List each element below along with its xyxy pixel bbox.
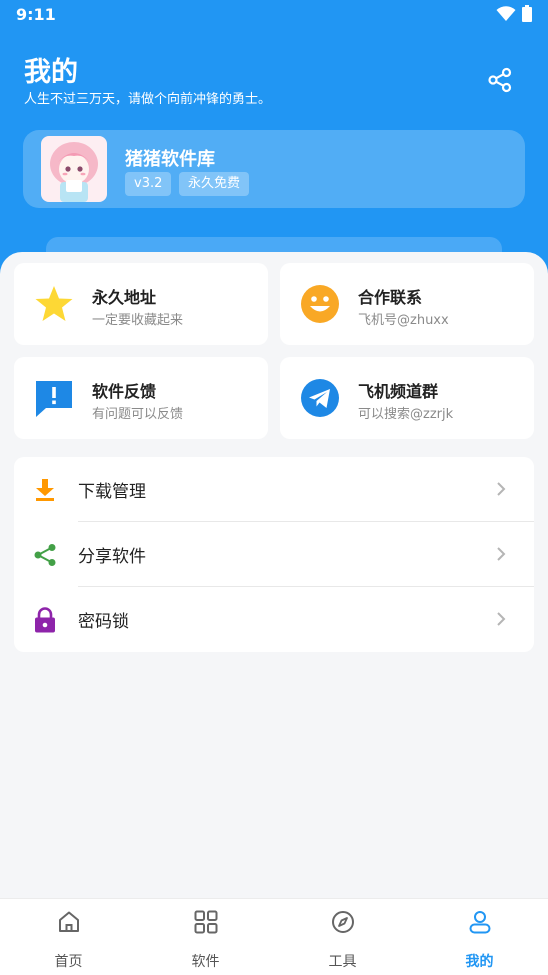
chevron-right-icon xyxy=(497,547,506,561)
status-bar: 9:11 xyxy=(0,0,548,28)
download-icon xyxy=(32,477,58,503)
free-badge: 永久免费 xyxy=(179,172,250,196)
tile-subtitle: 一定要收藏起来 xyxy=(92,313,184,328)
tile-title: 飞机频道群 xyxy=(358,382,439,401)
feedback-icon xyxy=(34,378,74,418)
app-name: 猪猪软件库 xyxy=(125,149,215,170)
tile-title: 软件反馈 xyxy=(92,382,157,401)
grid-icon xyxy=(194,910,218,934)
page-title: 我的 xyxy=(24,57,78,88)
tile-telegram-channel[interactable]: 飞机频道群 可以搜索@zzrjk xyxy=(280,357,534,439)
tile-feedback[interactable]: 软件反馈 有问题可以反馈 xyxy=(14,357,268,439)
tile-title: 合作联系 xyxy=(358,288,423,307)
menu-item-share-app[interactable]: 分享软件 xyxy=(14,522,534,587)
settings-menu: 下载管理 分享软件 密码锁 xyxy=(14,457,534,652)
user-icon xyxy=(469,911,491,934)
nav-home[interactable]: 首页 xyxy=(0,899,137,975)
nav-label: 工具 xyxy=(328,954,357,970)
share-icon xyxy=(32,542,58,568)
menu-item-downloads[interactable]: 下载管理 xyxy=(14,457,534,522)
chevron-right-icon xyxy=(497,612,506,626)
compass-icon xyxy=(332,911,354,933)
lock-icon xyxy=(32,607,58,633)
home-icon xyxy=(59,911,79,932)
nav-software[interactable]: 软件 xyxy=(137,899,274,975)
menu-label: 分享软件 xyxy=(78,547,146,567)
status-time: 9:11 xyxy=(16,5,56,24)
smiley-icon xyxy=(300,284,340,324)
tile-subtitle: 可以搜索@zzrjk xyxy=(358,407,454,422)
menu-label: 密码锁 xyxy=(78,612,129,632)
wifi-icon xyxy=(496,6,516,21)
tile-contact[interactable]: 合作联系 飞机号@zhuxx xyxy=(280,263,534,345)
menu-item-password-lock[interactable]: 密码锁 xyxy=(14,587,534,652)
tile-subtitle: 飞机号@zhuxx xyxy=(358,313,449,328)
share-button[interactable] xyxy=(482,62,518,98)
tile-subtitle: 有问题可以反馈 xyxy=(92,407,184,422)
bottom-navigation: 首页 软件 工具 我的 xyxy=(0,898,548,975)
telegram-icon xyxy=(300,378,340,418)
app-logo xyxy=(41,136,107,202)
battery-icon xyxy=(522,5,532,22)
nav-label: 首页 xyxy=(54,954,83,970)
nav-label: 我的 xyxy=(465,954,494,970)
nav-label: 软件 xyxy=(191,954,220,970)
version-badge: v3.2 xyxy=(125,172,172,196)
tile-title: 永久地址 xyxy=(92,288,157,307)
menu-label: 下载管理 xyxy=(78,482,146,502)
share-icon xyxy=(488,67,512,93)
chevron-right-icon xyxy=(497,482,506,496)
nav-mine[interactable]: 我的 xyxy=(411,899,548,975)
app-info-card[interactable]: 猪猪软件库 v3.2 永久免费 xyxy=(23,130,525,208)
nav-tools[interactable]: 工具 xyxy=(274,899,411,975)
page-subtitle: 人生不过三万天，请做个向前冲锋的勇士。 xyxy=(24,92,272,107)
tile-permanent-address[interactable]: 永久地址 一定要收藏起来 xyxy=(14,263,268,345)
star-icon xyxy=(34,284,74,324)
